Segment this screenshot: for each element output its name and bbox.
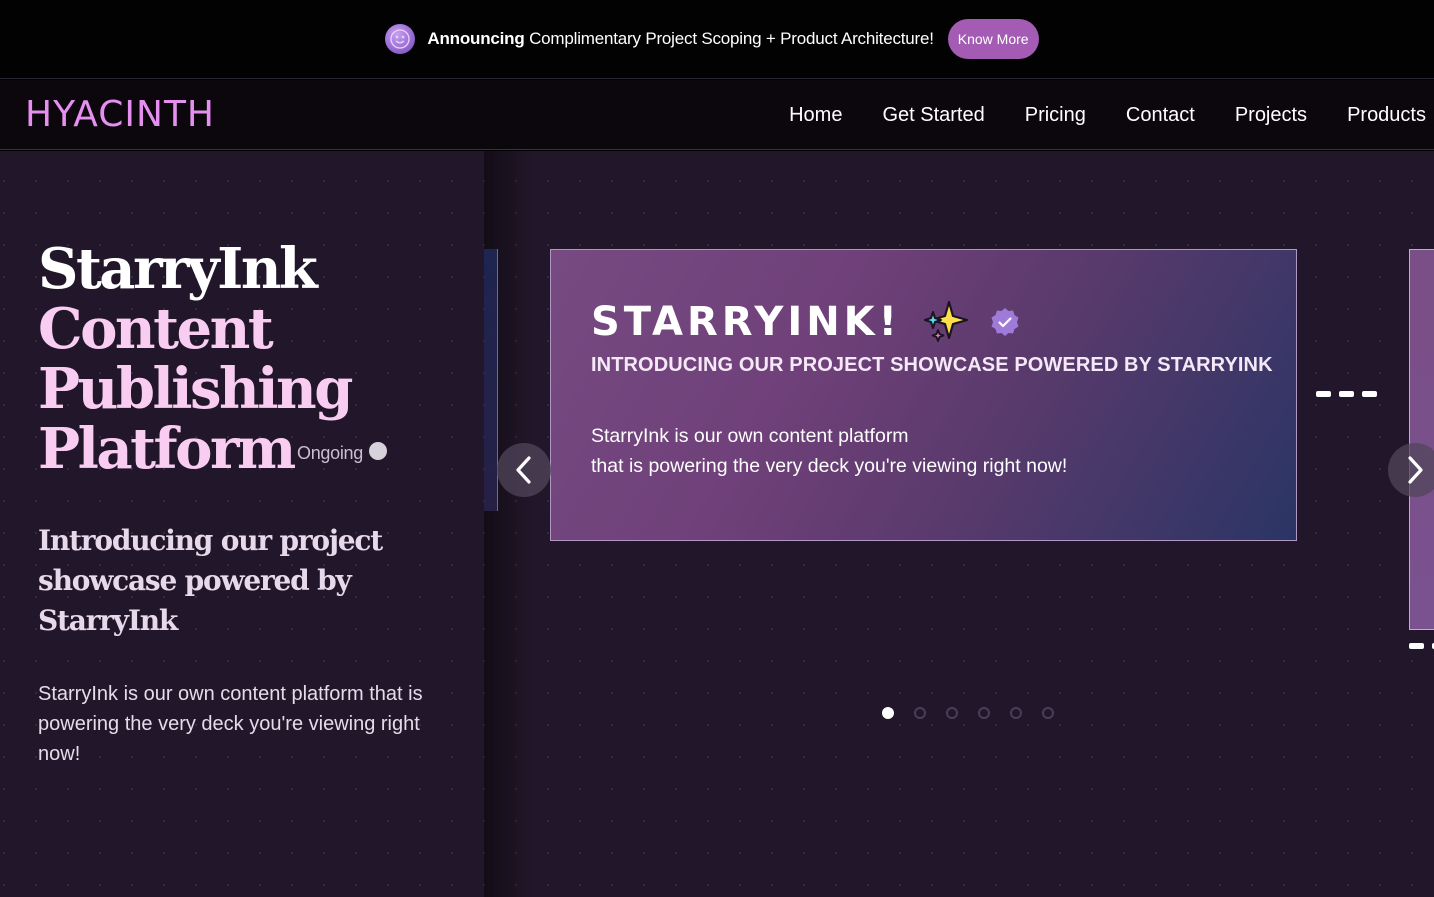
sparkles-icon	[921, 298, 969, 346]
dash	[1339, 391, 1354, 397]
carousel-next-button[interactable]	[1388, 443, 1434, 497]
nav-home[interactable]: Home	[789, 104, 842, 127]
project-info-panel: StarryInk Content Publishing Platform On…	[0, 151, 484, 897]
card-description: StarryInk is our own content platform th…	[591, 421, 1067, 481]
nav-contact[interactable]: Contact	[1126, 104, 1195, 127]
announcement-bar: Announcing Complimentary Project Scoping…	[0, 0, 1434, 79]
project-title-line-4: Platform	[38, 416, 296, 482]
carousel-prev-card[interactable]	[484, 249, 498, 511]
project-title: StarryInk Content Publishing Platform	[38, 239, 478, 479]
carousel-dot[interactable]	[882, 707, 894, 719]
carousel-prev-button[interactable]	[497, 443, 551, 497]
card-heading: STARRYINK!	[591, 298, 1021, 346]
dash	[1409, 643, 1424, 649]
carousel-pagination	[882, 707, 1054, 719]
card-subtitle: INTRODUCING OUR PROJECT SHOWCASE POWERED…	[591, 354, 1273, 376]
project-title-line-1: StarryInk	[38, 236, 318, 302]
announcement-lead: Announcing	[427, 29, 525, 48]
carousel-card: STARRYINK! INTRODUCING OUR PROJECT SHOWC…	[550, 249, 1297, 541]
next-card-dash-indicator	[1409, 643, 1434, 649]
verified-badge-icon	[989, 306, 1021, 338]
card-description-line-2: that is powering the very deck you're vi…	[591, 455, 1068, 477]
carousel-dot[interactable]	[1010, 707, 1022, 719]
main-content: StarryInk Content Publishing Platform On…	[0, 151, 1434, 897]
main-navbar: HYACINTH Home Get Started Pricing Contac…	[0, 80, 1434, 150]
logo[interactable]: HYACINTH	[25, 94, 215, 135]
chevron-left-icon	[512, 454, 536, 486]
card-title: STARRYINK!	[591, 299, 901, 345]
project-title-line-3: Publishing	[38, 356, 353, 422]
nav-links: Home Get Started Pricing Contact Project…	[789, 80, 1426, 150]
status-indicator: Ongoing	[297, 441, 387, 464]
dash	[1316, 391, 1331, 397]
carousel-next-card[interactable]	[1409, 249, 1434, 630]
carousel-dot[interactable]	[946, 707, 958, 719]
project-title-line-2: Content	[38, 296, 274, 362]
project-subtitle: Introducing our project showcase powered…	[38, 524, 383, 637]
nav-get-started[interactable]: Get Started	[882, 104, 984, 127]
project-description: StarryInk is our own content platform th…	[38, 683, 423, 765]
dash	[1362, 391, 1377, 397]
nav-products[interactable]: Products	[1347, 104, 1426, 127]
nav-pricing[interactable]: Pricing	[1025, 104, 1086, 127]
announcement-content: Announcing Complimentary Project Scoping…	[385, 19, 1039, 59]
announcement-message: Complimentary Project Scoping + Product …	[529, 29, 934, 48]
carousel-dot[interactable]	[1042, 707, 1054, 719]
card-description-line-1: StarryInk is our own content platform	[591, 425, 909, 447]
smiley-face-icon	[385, 24, 416, 54]
status-label: Ongoing	[297, 443, 363, 463]
know-more-button[interactable]: Know More	[947, 19, 1039, 59]
carousel-dot[interactable]	[978, 707, 990, 719]
announcement-text: Announcing Complimentary Project Scoping…	[427, 29, 934, 49]
status-dot	[368, 441, 387, 460]
chevron-right-icon	[1403, 454, 1427, 486]
carousel-dot[interactable]	[914, 707, 926, 719]
card-dash-indicator	[1316, 391, 1377, 397]
nav-projects[interactable]: Projects	[1235, 104, 1307, 127]
